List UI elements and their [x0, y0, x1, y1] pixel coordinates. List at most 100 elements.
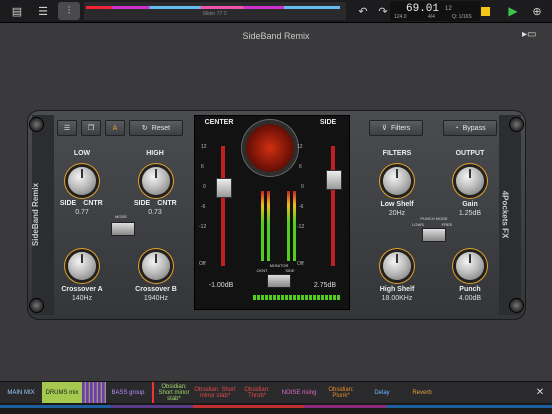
- center-fader-track: [221, 146, 225, 266]
- counter-signature: 4/4: [428, 14, 435, 20]
- gain-knob[interactable]: [456, 167, 484, 195]
- filters-title: FILTERS: [382, 150, 412, 157]
- menu-button[interactable]: ☰: [57, 120, 77, 136]
- punch-knob[interactable]: [456, 252, 484, 280]
- side-title: SIDE: [319, 119, 337, 126]
- scale-label: 12: [201, 144, 207, 150]
- sidebar-icon[interactable]: ▤: [6, 2, 28, 20]
- position-counter[interactable]: 69.01 12 124.0 4/4 Q: 1/16S: [390, 1, 480, 21]
- crossover-a-knob[interactable]: [68, 252, 96, 280]
- tab-noise-rising[interactable]: NOISE rising: [278, 382, 320, 404]
- monitor-option-side: SIDE: [285, 268, 295, 273]
- side-fader[interactable]: [326, 170, 342, 190]
- scale-label: 6: [299, 164, 302, 170]
- channel-tabs: MAIN MIX DRUMS mix BASS group Obsidian: …: [0, 381, 552, 404]
- tab-main-mix[interactable]: MAIN MIX: [0, 382, 42, 404]
- scale-label: -12: [199, 224, 207, 230]
- tab-label: Obsidian: Short minor stab*: [158, 384, 190, 402]
- mode-switch[interactable]: [111, 222, 135, 236]
- scale-label: 6: [201, 164, 204, 170]
- high-shelf-knob[interactable]: [383, 252, 411, 280]
- tab-obsidian-plunk[interactable]: Obsidian: Plunk*: [320, 382, 362, 404]
- settings-icon[interactable]: ⊕: [526, 2, 548, 20]
- a-icon: A: [112, 124, 118, 132]
- tab-reverb[interactable]: Reverb: [402, 382, 442, 404]
- high-title: HIGH: [146, 150, 164, 157]
- record-button[interactable]: [477, 3, 493, 19]
- plugin-name: SideBand Remix: [31, 182, 41, 247]
- tab-label: NOISE rising: [281, 390, 317, 396]
- punch-option-free: FREE: [441, 222, 453, 227]
- crossover-b-label: Crossover B: [135, 286, 177, 293]
- scale-label: Off: [199, 261, 206, 267]
- tab-obsidian-throb[interactable]: Obsidian: Throb*: [236, 382, 278, 404]
- tab-label: Obsidian: Throb*: [244, 387, 270, 399]
- screw: [30, 299, 43, 312]
- track-color-bar: [0, 405, 552, 408]
- close-icon[interactable]: ✕: [530, 382, 550, 404]
- filters-button[interactable]: ⊽ Filters: [369, 120, 423, 136]
- vu-meter: [246, 124, 294, 172]
- center-fader[interactable]: [216, 178, 232, 198]
- copy-button[interactable]: ❐: [81, 120, 101, 136]
- scale-label: -6: [201, 204, 206, 210]
- high-cntr-label: CNTR: [157, 200, 177, 207]
- bypass-button[interactable]: ◔ Bypass: [443, 120, 497, 136]
- screw: [510, 118, 523, 131]
- ab-compare-button[interactable]: A: [105, 120, 125, 136]
- bypass-label: Bypass: [462, 124, 486, 132]
- high-side-label: SIDE: [133, 200, 151, 207]
- monitor-option-cent: CENT: [256, 268, 268, 273]
- center-value: -1.00dB: [208, 282, 234, 289]
- low-shelf-knob[interactable]: [383, 167, 411, 195]
- left-side-panel: SideBand Remix: [31, 115, 54, 315]
- tab-label: MAIN MIX: [7, 390, 35, 396]
- punch-value: 4.00dB: [458, 295, 482, 302]
- gain-value: 1.25dB: [458, 210, 482, 217]
- tab-obsidian-short-1[interactable]: Obsidian: Short minor stab*: [152, 382, 194, 404]
- timeline-strip: [86, 6, 340, 9]
- counter-bpm: 124.0: [394, 14, 407, 20]
- punch-label: Punch: [459, 286, 481, 293]
- monitor-switch[interactable]: [267, 274, 291, 288]
- low-shelf-label: Low Shelf: [380, 201, 414, 208]
- tab-color-strip[interactable]: [82, 382, 106, 404]
- low-side-label: SIDE: [59, 200, 77, 207]
- output-title: OUTPUT: [455, 150, 485, 157]
- high-shelf-label: High Shelf: [379, 286, 415, 293]
- tab-obsidian-short-2[interactable]: Obsidian: Short minor stab*: [194, 382, 236, 404]
- mode-label: MODE: [115, 214, 127, 219]
- gain-label: Gain: [462, 201, 478, 208]
- top-toolbar: ▤ ☰ ⫶ Slider 77 1' ↶ ↷ 69.01 12 124.0 4/…: [0, 0, 552, 23]
- tab-label: Obsidian: Short minor stab*: [194, 387, 236, 399]
- hamburger-icon: ☰: [63, 125, 71, 132]
- play-icon[interactable]: ▶: [502, 2, 524, 20]
- tab-bass-group[interactable]: BASS group: [108, 382, 148, 404]
- tab-drums-mix[interactable]: DRUMS mix: [42, 382, 82, 404]
- mixer-icon[interactable]: ⫶: [58, 2, 80, 20]
- side-fader-track: [331, 146, 335, 266]
- scale-label: 0: [301, 184, 304, 190]
- scale-label: -6: [299, 204, 304, 210]
- window-title: SideBand Remix: [242, 31, 310, 41]
- horizontal-meter: [253, 295, 341, 300]
- screw: [30, 118, 43, 131]
- tab-label: DRUMS mix: [45, 390, 79, 396]
- tab-delay[interactable]: Delay: [362, 382, 402, 404]
- right-side-panel: 4Pockets FX: [499, 115, 521, 315]
- reset-button[interactable]: ↻ Reset: [129, 120, 183, 136]
- punch-mode-switch[interactable]: [422, 228, 446, 242]
- high-value: 0.73: [148, 209, 162, 216]
- crossover-b-knob[interactable]: [142, 252, 170, 280]
- high-knob[interactable]: [142, 167, 170, 195]
- high-shelf-value: 18.00KHz: [381, 295, 413, 302]
- undo-icon[interactable]: ↶: [352, 2, 374, 20]
- list-icon[interactable]: ☰: [32, 2, 54, 20]
- low-knob[interactable]: [68, 167, 96, 195]
- tab-label: Obsidian: Plunk*: [328, 387, 354, 399]
- tab-label: Delay: [374, 390, 390, 396]
- scale-label: 12: [297, 144, 303, 150]
- timeline-overview[interactable]: Slider 77 1': [84, 2, 346, 20]
- refresh-icon: ↻: [141, 125, 148, 132]
- window-mode-icon[interactable]: ▸▭: [522, 29, 542, 41]
